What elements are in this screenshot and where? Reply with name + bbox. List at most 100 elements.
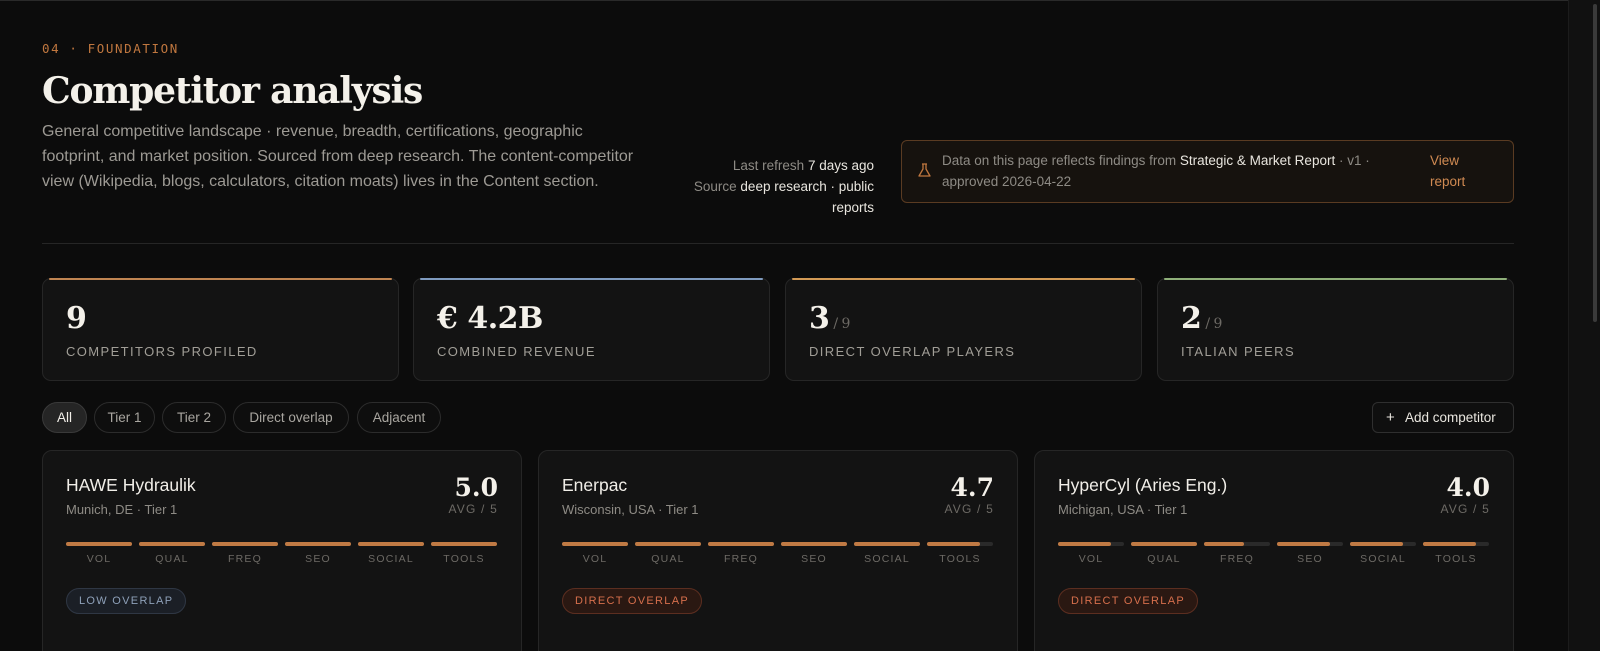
metric-bar	[562, 542, 628, 546]
notice-text: Data on this page reflects findings from…	[942, 150, 1402, 192]
score-scale: AVG / 5	[448, 502, 498, 516]
filter-chip-adjacent[interactable]: Adjacent	[357, 402, 441, 433]
plus-icon: +	[1386, 409, 1395, 426]
metric-bar-fill	[66, 542, 132, 546]
stat-value: 2/ 9	[1181, 301, 1222, 336]
filter-chip-direct-overlap[interactable]: Direct overlap	[233, 402, 349, 433]
report-notice: Data on this page reflects findings from…	[901, 140, 1514, 203]
filter-chip-tier-1[interactable]: Tier 1	[94, 402, 155, 433]
metric-label: VOL	[86, 553, 112, 565]
metric-bar	[212, 542, 278, 546]
page-title: Competitor analysis	[42, 70, 423, 112]
metric-bar-fill	[358, 542, 424, 546]
metric-label: SOCIAL	[1360, 553, 1406, 565]
metric-bar	[927, 542, 993, 546]
competitor-score: 5.0	[454, 473, 499, 502]
metric-label: SOCIAL	[864, 553, 910, 565]
competitor-score: 4.0	[1446, 473, 1491, 502]
competitor-location: Michigan, USA · Tier 1	[1058, 502, 1188, 517]
metric-bar	[431, 542, 497, 546]
metric-bar-fill	[1423, 542, 1476, 546]
refresh-meta: Last refresh 7 days ago Source deep rese…	[678, 155, 874, 218]
metric-bar	[1277, 542, 1343, 546]
metric-bar	[285, 542, 351, 546]
stat-label: COMPETITORS PROFILED	[66, 344, 258, 359]
stat-accent	[49, 278, 392, 280]
overlap-badge: DIRECT OVERLAP	[1058, 588, 1198, 614]
stat-card: € 4.2B COMBINED REVENUE	[413, 278, 770, 381]
metric-bar	[1350, 542, 1416, 546]
stat-accent	[420, 278, 763, 280]
metric-bar-fill	[139, 542, 205, 546]
competitor-name: HyperCyl (Aries Eng.)	[1058, 475, 1228, 495]
scrollbar-thumb[interactable]	[1593, 4, 1597, 322]
metric-label: SEO	[801, 553, 827, 565]
metric-label: QUAL	[1147, 553, 1181, 565]
metric-bar-fill	[708, 542, 774, 546]
metric-bar-fill	[781, 542, 847, 546]
add-competitor-button[interactable]: + Add competitor	[1372, 402, 1514, 433]
metric-bar	[1058, 542, 1124, 546]
metric-bar-fill	[562, 542, 628, 546]
competitor-card[interactable]: HAWE Hydraulik Munich, DE · Tier 1 5.0 AVG …	[42, 450, 522, 651]
view-report-link[interactable]: View report	[1430, 150, 1490, 192]
competitor-location: Wisconsin, USA · Tier 1	[562, 502, 699, 517]
filter-chip-tier-2[interactable]: Tier 2	[162, 402, 226, 433]
metric-bar-fill	[431, 542, 497, 546]
notice-report-name: Strategic & Market Report	[1179, 153, 1336, 168]
filter-chip-all[interactable]: All	[42, 402, 87, 433]
stat-subvalue: / 9	[833, 316, 850, 332]
stat-label: DIRECT OVERLAP PLAYERS	[809, 344, 1016, 359]
stat-card: 9 COMPETITORS PROFILED	[42, 278, 399, 381]
metric-bars: VOL QUAL FREQ SEO SOCIAL TOOLS	[66, 542, 498, 568]
metric-label: QUAL	[155, 553, 189, 565]
metric-bar-fill	[1204, 542, 1244, 546]
metric-bar	[1204, 542, 1270, 546]
scrollbar[interactable]	[1568, 0, 1600, 651]
overlap-badge: DIRECT OVERLAP	[562, 588, 702, 614]
metric-label: SEO	[305, 553, 331, 565]
stat-card: 2/ 9 ITALIAN PEERS	[1157, 278, 1514, 381]
competitor-card[interactable]: Enerpac Wisconsin, USA · Tier 1 4.7 AVG / 5…	[538, 450, 1018, 651]
metric-label: VOL	[1078, 553, 1104, 565]
metric-bar	[1423, 542, 1489, 546]
add-competitor-label: Add competitor	[1405, 410, 1496, 425]
competitor-name: HAWE Hydraulik	[66, 475, 196, 495]
header-divider	[42, 243, 1514, 244]
stat-value: 3/ 9	[809, 301, 850, 336]
metric-label: QUAL	[651, 553, 685, 565]
metric-bar	[66, 542, 132, 546]
metric-label: FREQ	[228, 553, 262, 565]
metric-label: TOOLS	[1435, 553, 1477, 565]
competitor-score: 4.7	[950, 473, 995, 502]
overlap-badge: LOW OVERLAP	[66, 588, 187, 614]
metric-bar-fill	[854, 542, 920, 546]
top-border	[0, 0, 1600, 1]
metric-bars: VOL QUAL FREQ SEO SOCIAL TOOLS	[1058, 542, 1490, 568]
metric-bar	[854, 542, 920, 546]
metric-label: TOOLS	[443, 553, 485, 565]
metric-label: SOCIAL	[368, 553, 414, 565]
metric-bar	[358, 542, 424, 546]
stat-label: ITALIAN PEERS	[1181, 344, 1296, 359]
stat-value: € 4.2B	[437, 301, 543, 336]
stat-card: 3/ 9 DIRECT OVERLAP PLAYERS	[785, 278, 1142, 381]
metric-bar-fill	[1131, 542, 1197, 546]
page-description: General competitive landscape · revenue,…	[42, 123, 634, 190]
score-scale: AVG / 5	[1440, 502, 1490, 516]
stat-accent	[792, 278, 1135, 280]
metric-bar-fill	[212, 542, 278, 546]
metric-bar-fill	[927, 542, 980, 546]
metric-bars: VOL QUAL FREQ SEO SOCIAL TOOLS	[562, 542, 994, 568]
metric-label: TOOLS	[939, 553, 981, 565]
competitor-location: Munich, DE · Tier 1	[66, 502, 178, 517]
metric-label: FREQ	[724, 553, 758, 565]
flask-icon	[918, 163, 932, 179]
metric-bar-fill	[1350, 542, 1403, 546]
metric-bar	[635, 542, 701, 546]
stat-label: COMBINED REVENUE	[437, 344, 596, 359]
metric-bar-fill	[1058, 542, 1111, 546]
stat-value: 9	[66, 301, 87, 336]
metric-label: VOL	[582, 553, 608, 565]
competitor-card[interactable]: HyperCyl (Aries Eng.) Michigan, USA · Tie…	[1034, 450, 1514, 651]
